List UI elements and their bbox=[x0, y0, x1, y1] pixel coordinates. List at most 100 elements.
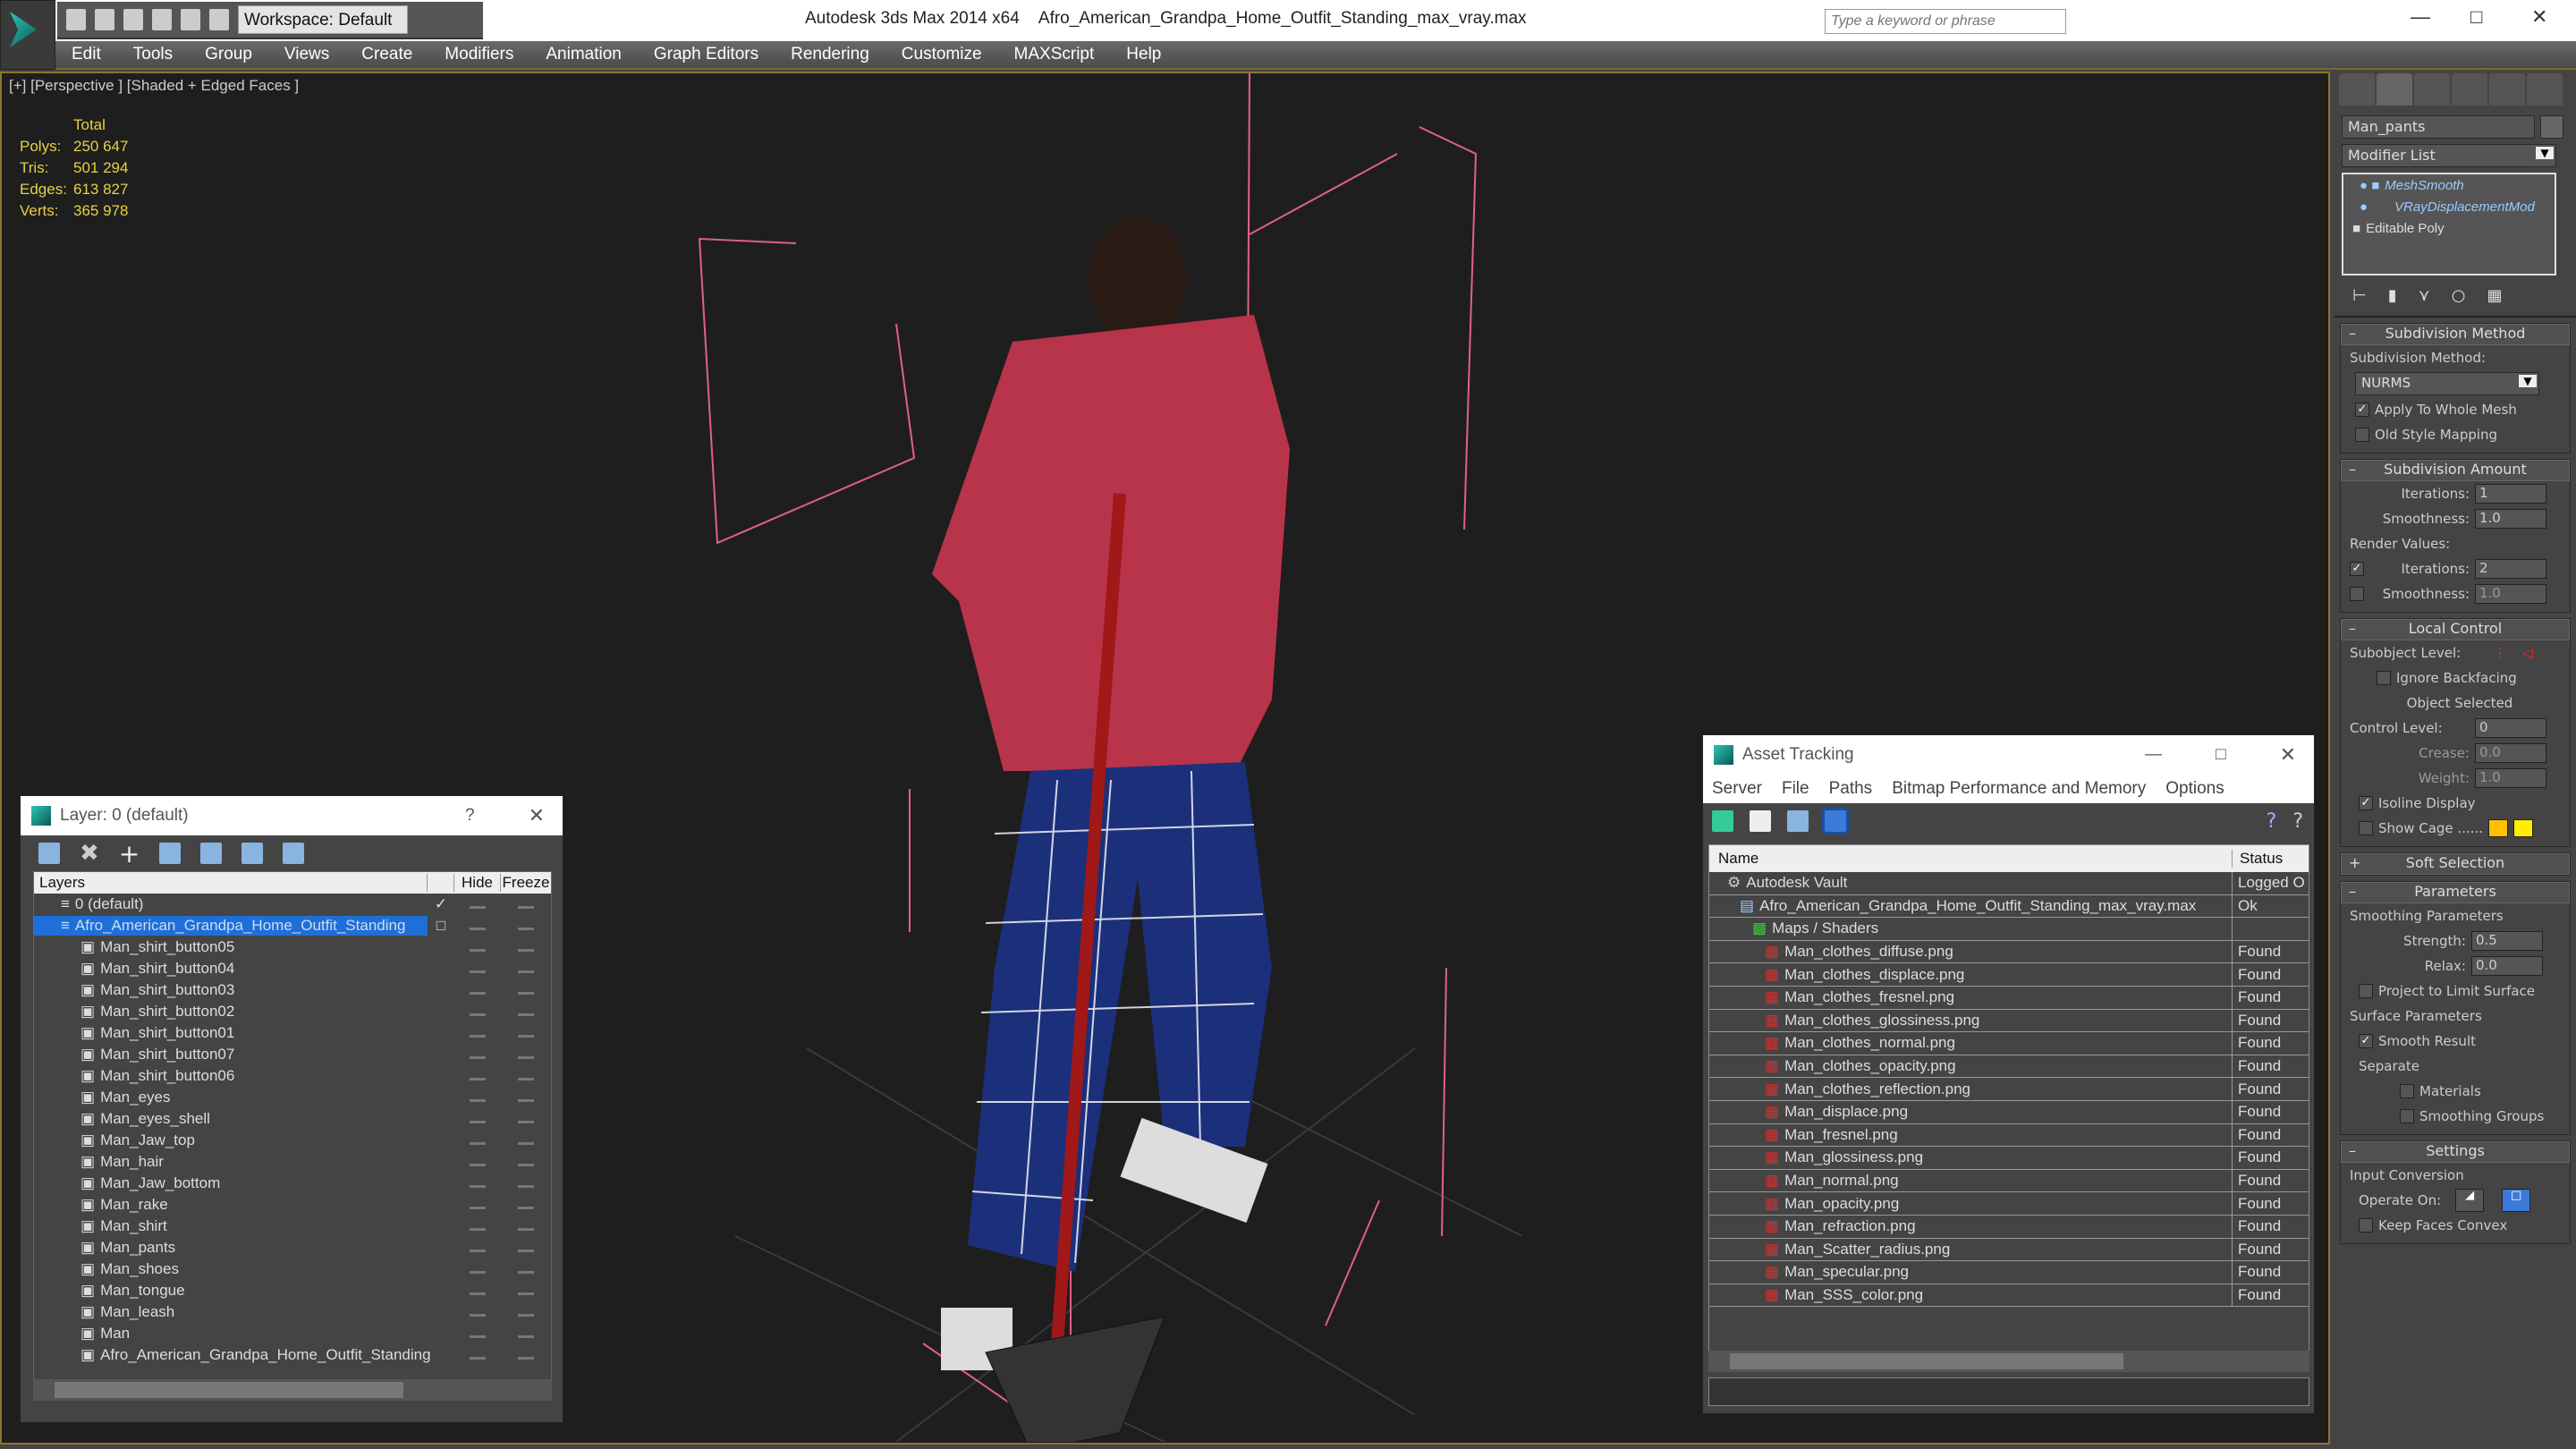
close-button[interactable]: ✕ bbox=[2280, 743, 2296, 767]
hierarchy-tab-icon[interactable] bbox=[2414, 73, 2450, 106]
hide-toggle[interactable] bbox=[470, 992, 486, 995]
add-to-layer-icon[interactable]: + bbox=[119, 839, 140, 869]
freeze-toggle[interactable] bbox=[518, 928, 534, 930]
layer-row[interactable]: ▣ Man_shirt bbox=[34, 1216, 551, 1237]
save-icon[interactable] bbox=[123, 9, 143, 30]
smooth-result-checkbox[interactable]: ✓ bbox=[2359, 1034, 2373, 1048]
smoothing-groups-checkbox[interactable] bbox=[2400, 1109, 2414, 1123]
stack-item-vraydisplacementmod[interactable]: ● VRayDisplacementMod bbox=[2343, 196, 2555, 217]
remove-modifier-icon[interactable]: ○ bbox=[2452, 286, 2466, 305]
hide-toggle[interactable] bbox=[470, 906, 486, 909]
layer-row[interactable]: ▣ Man_eyes_shell bbox=[34, 1108, 551, 1130]
menu-tools[interactable]: Tools bbox=[117, 45, 189, 64]
col-freeze[interactable]: Freeze bbox=[501, 874, 551, 892]
freeze-toggle[interactable] bbox=[518, 1013, 534, 1016]
control-level-spinner[interactable]: 0 bbox=[2475, 718, 2546, 738]
minimize-button[interactable]: — bbox=[2145, 745, 2162, 765]
utilities-tab-icon[interactable] bbox=[2527, 73, 2563, 106]
stack-item-meshsmooth[interactable]: ● ■ MeshSmooth bbox=[2343, 174, 2555, 196]
crease-spinner[interactable]: 0.0 bbox=[2475, 743, 2546, 763]
asset-row[interactable]: ▦ Man_refraction.png Found bbox=[1709, 1215, 2309, 1239]
col-layers[interactable]: Layers bbox=[34, 874, 428, 892]
hide-toggle[interactable] bbox=[470, 1292, 486, 1295]
freeze-toggle[interactable] bbox=[518, 1250, 534, 1252]
layer-settings-icon[interactable] bbox=[283, 843, 305, 864]
freeze-toggle[interactable] bbox=[518, 992, 534, 995]
minimize-button[interactable]: — bbox=[2411, 5, 2430, 29]
modify-tab-icon[interactable] bbox=[2377, 73, 2412, 106]
hide-toggle[interactable] bbox=[470, 1164, 486, 1166]
menu-customize[interactable]: Customize bbox=[886, 45, 998, 64]
project-limit-surface-checkbox[interactable] bbox=[2359, 984, 2373, 998]
asset-row[interactable]: ▦ Man_fresnel.png Found bbox=[1709, 1123, 2309, 1148]
refresh-icon[interactable] bbox=[1712, 810, 1733, 832]
freeze-toggle[interactable] bbox=[518, 1078, 534, 1080]
col-hide[interactable]: Hide bbox=[454, 874, 501, 892]
asset-row[interactable]: ⚙ Autodesk Vault Logged O bbox=[1709, 872, 2309, 895]
show-end-result-icon[interactable]: ▮ bbox=[2388, 286, 2397, 305]
hide-toggle[interactable] bbox=[470, 1228, 486, 1231]
col-status[interactable]: Status bbox=[2233, 850, 2283, 868]
asset-row[interactable]: ▦ Man_SSS_color.png Found bbox=[1709, 1284, 2309, 1308]
freeze-toggle[interactable] bbox=[518, 1099, 534, 1102]
modifier-list-dropdown[interactable]: Modifier List ▼ bbox=[2342, 144, 2556, 167]
apply-whole-mesh-checkbox[interactable]: ✓ bbox=[2355, 402, 2369, 417]
menu-help[interactable]: Help bbox=[1110, 45, 1177, 64]
asset-row[interactable]: ▦ Man_normal.png Found bbox=[1709, 1169, 2309, 1193]
hide-toggle[interactable] bbox=[470, 1121, 486, 1123]
open-file-icon[interactable] bbox=[95, 9, 114, 30]
asset-row[interactable]: ▦ Man_Scatter_radius.png Found bbox=[1709, 1238, 2309, 1262]
layer-row[interactable]: ▣ Man bbox=[34, 1323, 551, 1344]
asset-row[interactable]: ▦ Man_specular.png Found bbox=[1709, 1261, 2309, 1284]
hide-toggle[interactable] bbox=[470, 1250, 486, 1252]
menu-maxscript[interactable]: MAXScript bbox=[998, 45, 1111, 64]
cage-selection-color-swatch[interactable] bbox=[2513, 819, 2534, 837]
render-smoothness-spinner[interactable]: 1.0 bbox=[2475, 584, 2546, 604]
show-cage-checkbox[interactable] bbox=[2359, 821, 2373, 835]
hide-toggle[interactable] bbox=[470, 970, 486, 973]
hide-toggle[interactable] bbox=[470, 1185, 486, 1188]
operate-on-triangles-button[interactable]: ◢ bbox=[2455, 1189, 2485, 1212]
workspace-dropdown[interactable]: Workspace: Default bbox=[238, 5, 408, 34]
relax-spinner[interactable]: 0.0 bbox=[2471, 956, 2543, 976]
freeze-toggle[interactable] bbox=[518, 906, 534, 909]
hide-toggle[interactable] bbox=[470, 1207, 486, 1209]
asset-menu-options[interactable]: Options bbox=[2165, 779, 2224, 799]
asset-row[interactable]: ▦ Man_clothes_glossiness.png Found bbox=[1709, 1009, 2309, 1033]
isoline-display-checkbox[interactable]: ✓ bbox=[2359, 796, 2373, 810]
create-layer-icon[interactable] bbox=[38, 843, 60, 864]
freeze-toggle[interactable] bbox=[518, 970, 534, 973]
app-logo[interactable] bbox=[0, 0, 55, 70]
layer-row[interactable]: ≡ Afro_American_Grandpa_Home_Outfit_Stand… bbox=[34, 915, 551, 936]
menu-animation[interactable]: Animation bbox=[530, 45, 638, 64]
pin-stack-icon[interactable]: ⊢ bbox=[2352, 286, 2367, 305]
hide-toggle[interactable] bbox=[470, 928, 486, 930]
menu-rendering[interactable]: Rendering bbox=[775, 45, 886, 64]
project-folder-icon[interactable] bbox=[209, 9, 229, 30]
freeze-toggle[interactable] bbox=[518, 1035, 534, 1038]
layer-row[interactable]: ▣ Man_shirt_button01 bbox=[34, 1022, 551, 1044]
hide-toggle[interactable] bbox=[470, 1357, 486, 1360]
hide-toggle[interactable] bbox=[470, 1142, 486, 1145]
asset-menu-bitmap[interactable]: Bitmap Performance and Memory bbox=[1892, 779, 2146, 799]
maximize-button[interactable]: □ bbox=[2470, 5, 2482, 29]
configure-sets-icon[interactable]: ▦ bbox=[2487, 286, 2503, 305]
hide-toggle[interactable] bbox=[470, 1056, 486, 1059]
old-style-mapping-checkbox[interactable] bbox=[2355, 428, 2369, 442]
freeze-toggle[interactable] bbox=[518, 1228, 534, 1231]
layer-row[interactable]: ▣ Man_eyes bbox=[34, 1087, 551, 1108]
render-iterations-spinner[interactable]: 2 bbox=[2475, 559, 2546, 579]
freeze-toggle[interactable] bbox=[518, 949, 534, 952]
layer-row[interactable]: ▣ Man_shirt_button07 bbox=[34, 1044, 551, 1065]
hide-toggle[interactable] bbox=[470, 1314, 486, 1317]
asset-row[interactable]: ▦ Man_clothes_reflection.png Found bbox=[1709, 1078, 2309, 1101]
horizontal-scrollbar[interactable] bbox=[1708, 1351, 2309, 1372]
hide-toggle[interactable] bbox=[470, 1013, 486, 1016]
delete-layer-icon[interactable]: ✖ bbox=[80, 840, 99, 867]
hide-toggle[interactable] bbox=[470, 1271, 486, 1274]
display-tab-icon[interactable] bbox=[2489, 73, 2525, 106]
asset-row[interactable]: ▩ Maps / Shaders bbox=[1709, 918, 2309, 941]
tree-view-icon[interactable] bbox=[1787, 810, 1809, 832]
layer-row[interactable]: ▣ Man_shirt_button04 bbox=[34, 958, 551, 979]
freeze-toggle[interactable] bbox=[518, 1271, 534, 1274]
